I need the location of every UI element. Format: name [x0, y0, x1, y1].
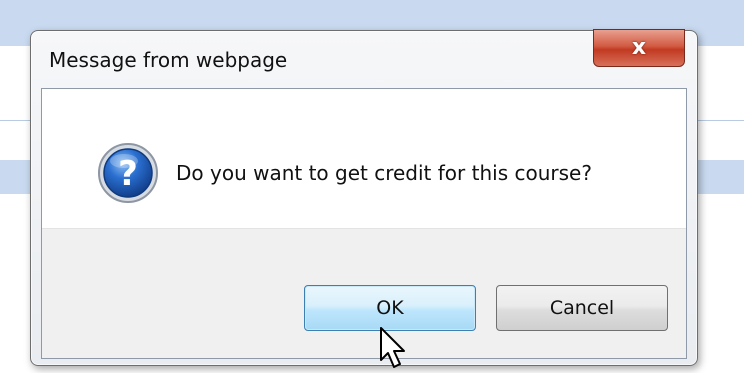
question-icon: ? [98, 143, 158, 203]
dialog-button-bar: OK Cancel [42, 228, 686, 358]
dialog-message: Do you want to get credit for this cours… [176, 161, 592, 185]
cancel-button[interactable]: Cancel [496, 285, 668, 331]
ok-button[interactable]: OK [304, 285, 476, 331]
svg-text:?: ? [118, 154, 138, 194]
message-dialog: Message from webpage x ? Do you want to … [30, 29, 698, 366]
mouse-cursor-icon [380, 327, 405, 368]
dialog-content: ? Do you want to get credit for this cou… [41, 88, 687, 359]
close-button[interactable]: x [593, 29, 685, 67]
close-icon: x [631, 35, 647, 60]
dialog-title: Message from webpage [49, 48, 288, 72]
